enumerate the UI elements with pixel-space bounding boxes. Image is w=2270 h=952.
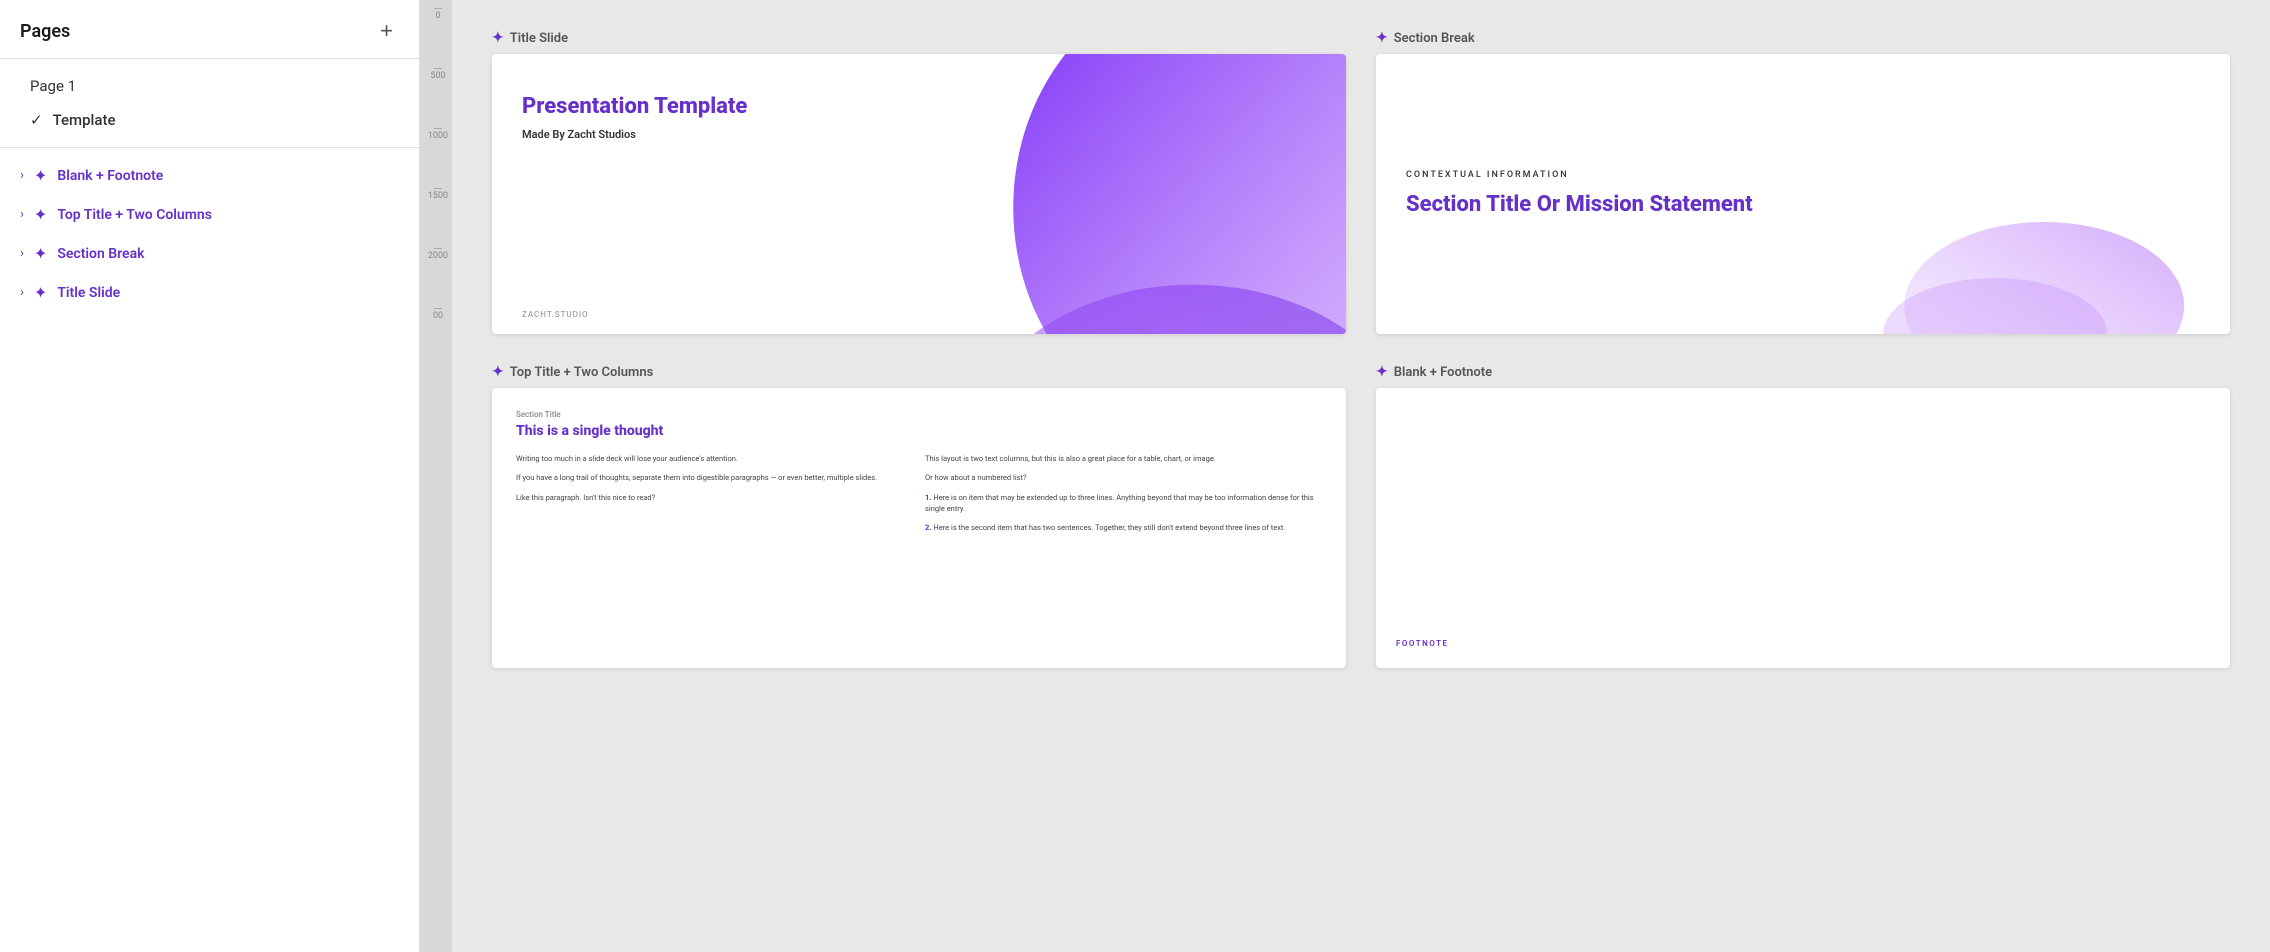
diamond-icon-section: ✦ bbox=[1376, 30, 1388, 46]
blank-footnote-footer: FOOTNOTE bbox=[1396, 639, 1449, 648]
col1-p1: Writing too much in a slide deck will lo… bbox=[516, 453, 913, 464]
slide-label-section: Section Break bbox=[57, 246, 144, 262]
col2-item1: 1. Here is on item that may be extended … bbox=[925, 492, 1322, 515]
expand-arrow-icon: › bbox=[20, 168, 24, 183]
add-page-button[interactable]: + bbox=[374, 18, 399, 44]
page-item-template[interactable]: ✓ Template bbox=[0, 103, 419, 137]
diamond-icon-title: ✦ bbox=[492, 30, 504, 46]
two-col-card[interactable]: Section Title This is a single thought W… bbox=[492, 388, 1346, 668]
section-break-wrapper: ✦ Section Break CONTEXTUAL INFORMATION S… bbox=[1376, 30, 2230, 334]
grid-icon-title: ✦ bbox=[34, 283, 47, 302]
ruler-mark-1000: 1000 bbox=[420, 128, 452, 188]
ruler-mark-1500: 1500 bbox=[420, 188, 452, 248]
slide-label-twocol: Top Title + Two Columns bbox=[57, 207, 212, 223]
section-break-eyebrow: CONTEXTUAL INFORMATION bbox=[1406, 170, 2200, 180]
expand-arrow-icon-2: › bbox=[20, 207, 24, 222]
slide-item-section-break[interactable]: › ✦ Section Break bbox=[0, 234, 419, 273]
expand-arrow-icon-4: › bbox=[20, 285, 24, 300]
two-col-section-label: Section Title bbox=[516, 410, 1322, 419]
slide-item-two-col[interactable]: › ✦ Top Title + Two Columns bbox=[0, 195, 419, 234]
slide-label-title: Title Slide bbox=[57, 285, 120, 301]
template-label: Template bbox=[53, 111, 116, 129]
grid-icon-section: ✦ bbox=[34, 244, 47, 263]
ruler: 0 500 1000 1500 2000 00 bbox=[420, 0, 452, 952]
col2-item2: 2. Here is the second item that has two … bbox=[925, 522, 1322, 533]
two-col-body: Writing too much in a slide deck will lo… bbox=[516, 453, 1322, 533]
slide-item-title-slide[interactable]: › ✦ Title Slide bbox=[0, 273, 419, 312]
pages-section: Page 1 ✓ Template bbox=[0, 59, 419, 148]
main-area: 0 500 1000 1500 2000 00 ✦ Title Slid bbox=[420, 0, 2270, 952]
sidebar-title: Pages bbox=[20, 21, 70, 42]
diamond-icon-twocol: ✦ bbox=[492, 364, 504, 380]
section-break-blob bbox=[1718, 194, 2230, 334]
check-icon: ✓ bbox=[30, 111, 43, 129]
slide-label-blank: Blank + Footnote bbox=[57, 168, 163, 184]
title-slide-title: Presentation Template bbox=[522, 94, 959, 120]
col2-question: Or how about a numbered list? bbox=[925, 472, 1322, 483]
title-slide-label-row: ✦ Title Slide bbox=[492, 30, 1346, 46]
ruler-mark-0: 0 bbox=[420, 8, 452, 68]
title-slide-card[interactable]: Presentation Template Made By Zacht Stud… bbox=[492, 54, 1346, 334]
two-col-title: This is a single thought bbox=[516, 423, 1322, 439]
col2-item1-text: Here is on item that may be extended up … bbox=[925, 493, 1314, 513]
two-col-label-row: ✦ Top Title + Two Columns bbox=[492, 364, 1346, 380]
diamond-icon-blank: ✦ bbox=[1376, 364, 1388, 380]
section-break-label-row: ✦ Section Break bbox=[1376, 30, 2230, 46]
grid-icon-blank: ✦ bbox=[34, 166, 47, 185]
section-break-card[interactable]: CONTEXTUAL INFORMATION Section Title Or … bbox=[1376, 54, 2230, 334]
col2-item2-num: 2. bbox=[925, 523, 931, 532]
title-slide-wrapper: ✦ Title Slide Presentation Template Made… bbox=[492, 30, 1346, 334]
col1-text: Writing too much in a slide deck will lo… bbox=[516, 453, 913, 533]
canvas: ✦ Title Slide Presentation Template Made… bbox=[452, 0, 2270, 952]
title-slide-subtitle: Made By Zacht Studios bbox=[522, 128, 959, 141]
ruler-mark-500: 500 bbox=[420, 68, 452, 128]
two-col-label: Top Title + Two Columns bbox=[510, 365, 654, 380]
blank-footnote-label: Blank + Footnote bbox=[1394, 365, 1492, 380]
sidebar-header: Pages + bbox=[0, 0, 419, 59]
sidebar: Pages + Page 1 ✓ Template › ✦ Blank + Fo… bbox=[0, 0, 420, 952]
blank-footnote-wrapper: ✦ Blank + Footnote FOOTNOTE bbox=[1376, 364, 2230, 668]
col2-item2-text: Here is the second item that has two sen… bbox=[933, 523, 1285, 532]
blank-footnote-card[interactable]: FOOTNOTE bbox=[1376, 388, 2230, 668]
expand-arrow-icon-3: › bbox=[20, 246, 24, 261]
ruler-mark-2000: 2000 bbox=[420, 248, 452, 308]
page1-label: Page 1 bbox=[30, 77, 76, 95]
blank-footnote-label-row: ✦ Blank + Footnote bbox=[1376, 364, 2230, 380]
col1-p3: Like this paragraph. Isn't this nice to … bbox=[516, 492, 913, 503]
title-slide-label: Title Slide bbox=[510, 31, 568, 46]
col2-text: This layout is two text columns, but thi… bbox=[925, 453, 1322, 533]
col1-p2: If you have a long trail of thoughts, se… bbox=[516, 472, 913, 483]
section-break-label: Section Break bbox=[1394, 31, 1475, 46]
title-slide-footer: ZACHT.STUDIO bbox=[522, 310, 589, 319]
col2-intro: This layout is two text columns, but thi… bbox=[925, 453, 1322, 464]
slides-section: › ✦ Blank + Footnote › ✦ Top Title + Two… bbox=[0, 148, 419, 320]
col2-item1-num: 1. bbox=[925, 493, 931, 502]
slide-item-blank-footnote[interactable]: › ✦ Blank + Footnote bbox=[0, 156, 419, 195]
title-slide-content: Presentation Template Made By Zacht Stud… bbox=[492, 54, 1346, 334]
ruler-mark-end: 00 bbox=[420, 308, 452, 368]
page-item-page1[interactable]: Page 1 bbox=[0, 69, 419, 103]
two-col-wrapper: ✦ Top Title + Two Columns Section Title … bbox=[492, 364, 1346, 668]
grid-icon-twocol: ✦ bbox=[34, 205, 47, 224]
